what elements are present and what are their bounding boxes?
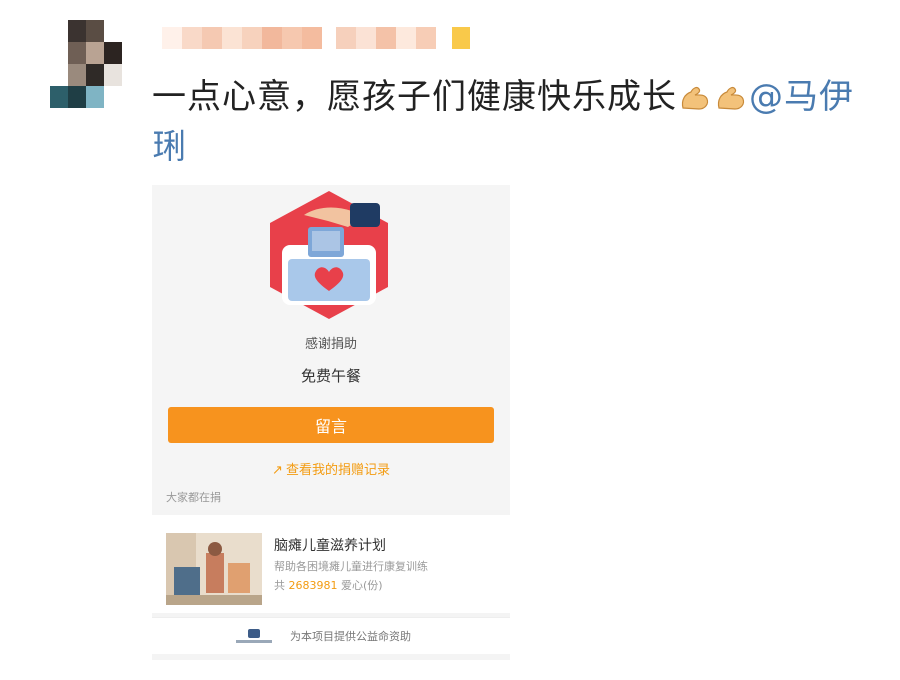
- sponsor-text: 为本项目提供公益命资助: [290, 630, 411, 643]
- project-title: 脑瘫儿童滋养计划: [274, 538, 386, 554]
- donation-card: 感谢捐助 免费午餐 留言 ↗ 查看我的捐赠记录 大家都在捐 脑瘫儿童滋养计划 帮助…: [152, 185, 510, 660]
- thanks-label: 感谢捐助: [304, 337, 357, 352]
- count-prefix: 共: [274, 579, 285, 592]
- donation-records-link[interactable]: ↗ 查看我的捐赠记录: [152, 459, 510, 478]
- leave-message-button[interactable]: 留言: [168, 407, 494, 443]
- post-text: 一点心意，愿孩子们健康快乐成长 @马伊琍: [152, 72, 882, 172]
- sponsor-logo-icon: [236, 629, 272, 643]
- share-arrow-icon: ↗: [272, 463, 283, 478]
- project-description: 帮助各困境瘫儿童进行康复训练: [274, 560, 428, 573]
- post-body: 一点心意，愿孩子们健康快乐成长: [152, 77, 677, 117]
- sponsor-row: 为本项目提供公益命资助: [152, 617, 510, 654]
- everyone-donating-label: 大家都在捐: [166, 491, 221, 504]
- avatar[interactable]: [50, 20, 122, 108]
- flexed-biceps-icon: [713, 76, 749, 110]
- flexed-biceps-icon: [677, 76, 713, 110]
- project-name: 免费午餐: [300, 367, 361, 385]
- username[interactable]: [162, 16, 532, 60]
- project-thumbnail: [166, 533, 262, 605]
- donation-box-icon: [270, 191, 388, 319]
- records-link-label: 查看我的捐赠记录: [285, 463, 390, 478]
- card-header: 感谢捐助 免费午餐 留言 ↗ 查看我的捐赠记录 大家都在捐: [152, 185, 510, 510]
- project-count: 共 2683981 爱心(份): [274, 577, 383, 593]
- count-suffix: 爱心(份): [341, 579, 383, 592]
- project-list-item[interactable]: 脑瘫儿童滋养计划 帮助各困境瘫儿童进行康复训练 共 2683981 爱心(份): [152, 515, 510, 613]
- count-value: 2683981: [288, 579, 338, 592]
